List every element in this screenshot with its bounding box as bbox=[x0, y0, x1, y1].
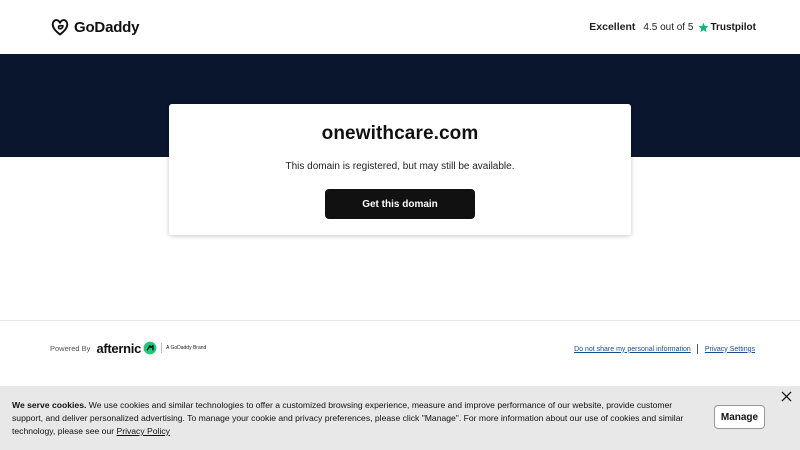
close-icon bbox=[780, 390, 792, 402]
trustpilot-widget[interactable]: Excellent 4.5 out of 5 Trustpilot bbox=[589, 21, 756, 33]
footer-links: Do not share my personal information Pri… bbox=[574, 344, 755, 354]
cookie-close-button[interactable] bbox=[779, 389, 793, 403]
afternic-logo-text[interactable]: afternic bbox=[96, 341, 141, 356]
footer-divider bbox=[0, 320, 800, 321]
afternic-logo-icon bbox=[143, 341, 157, 355]
domain-status-message: This domain is registered, but may still… bbox=[285, 161, 515, 172]
cookie-banner: We serve cookies. We use cookies and sim… bbox=[0, 386, 800, 450]
privacy-settings-link[interactable]: Privacy Settings bbox=[705, 346, 755, 353]
privacy-policy-link[interactable]: Privacy Policy bbox=[116, 426, 169, 436]
powered-by-label: Powered By bbox=[50, 343, 91, 353]
do-not-share-link[interactable]: Do not share my personal information bbox=[574, 346, 691, 353]
godaddy-brand-tag: A GoDaddy Brand bbox=[166, 345, 207, 351]
trustpilot-label: Excellent bbox=[589, 21, 636, 33]
get-this-domain-button[interactable]: Get this domain bbox=[325, 189, 475, 219]
manage-cookies-button[interactable]: Manage bbox=[714, 405, 765, 429]
domain-name: onewithcare.com bbox=[321, 123, 479, 144]
logo-text: GoDaddy bbox=[74, 18, 140, 36]
header: GoDaddy Excellent 4.5 out of 5 Trustpilo… bbox=[0, 0, 800, 54]
domain-card: onewithcare.com This domain is registere… bbox=[169, 104, 631, 235]
cookie-message: We serve cookies. We use cookies and sim… bbox=[12, 399, 702, 438]
powered-by: Powered By afternic A GoDaddy Brand bbox=[50, 340, 206, 356]
trustpilot-brand: Trustpilot bbox=[710, 21, 756, 33]
trustpilot-star-icon bbox=[698, 22, 709, 32]
brand-separator bbox=[161, 343, 162, 353]
link-separator bbox=[696, 344, 698, 354]
godaddy-logo-icon bbox=[51, 19, 69, 36]
trustpilot-rating: 4.5 out of 5 bbox=[643, 21, 694, 33]
godaddy-logo[interactable]: GoDaddy bbox=[50, 17, 139, 37]
cookie-lead: We serve cookies. bbox=[12, 400, 87, 410]
cookie-body: We use cookies and similar technologies … bbox=[12, 400, 684, 436]
